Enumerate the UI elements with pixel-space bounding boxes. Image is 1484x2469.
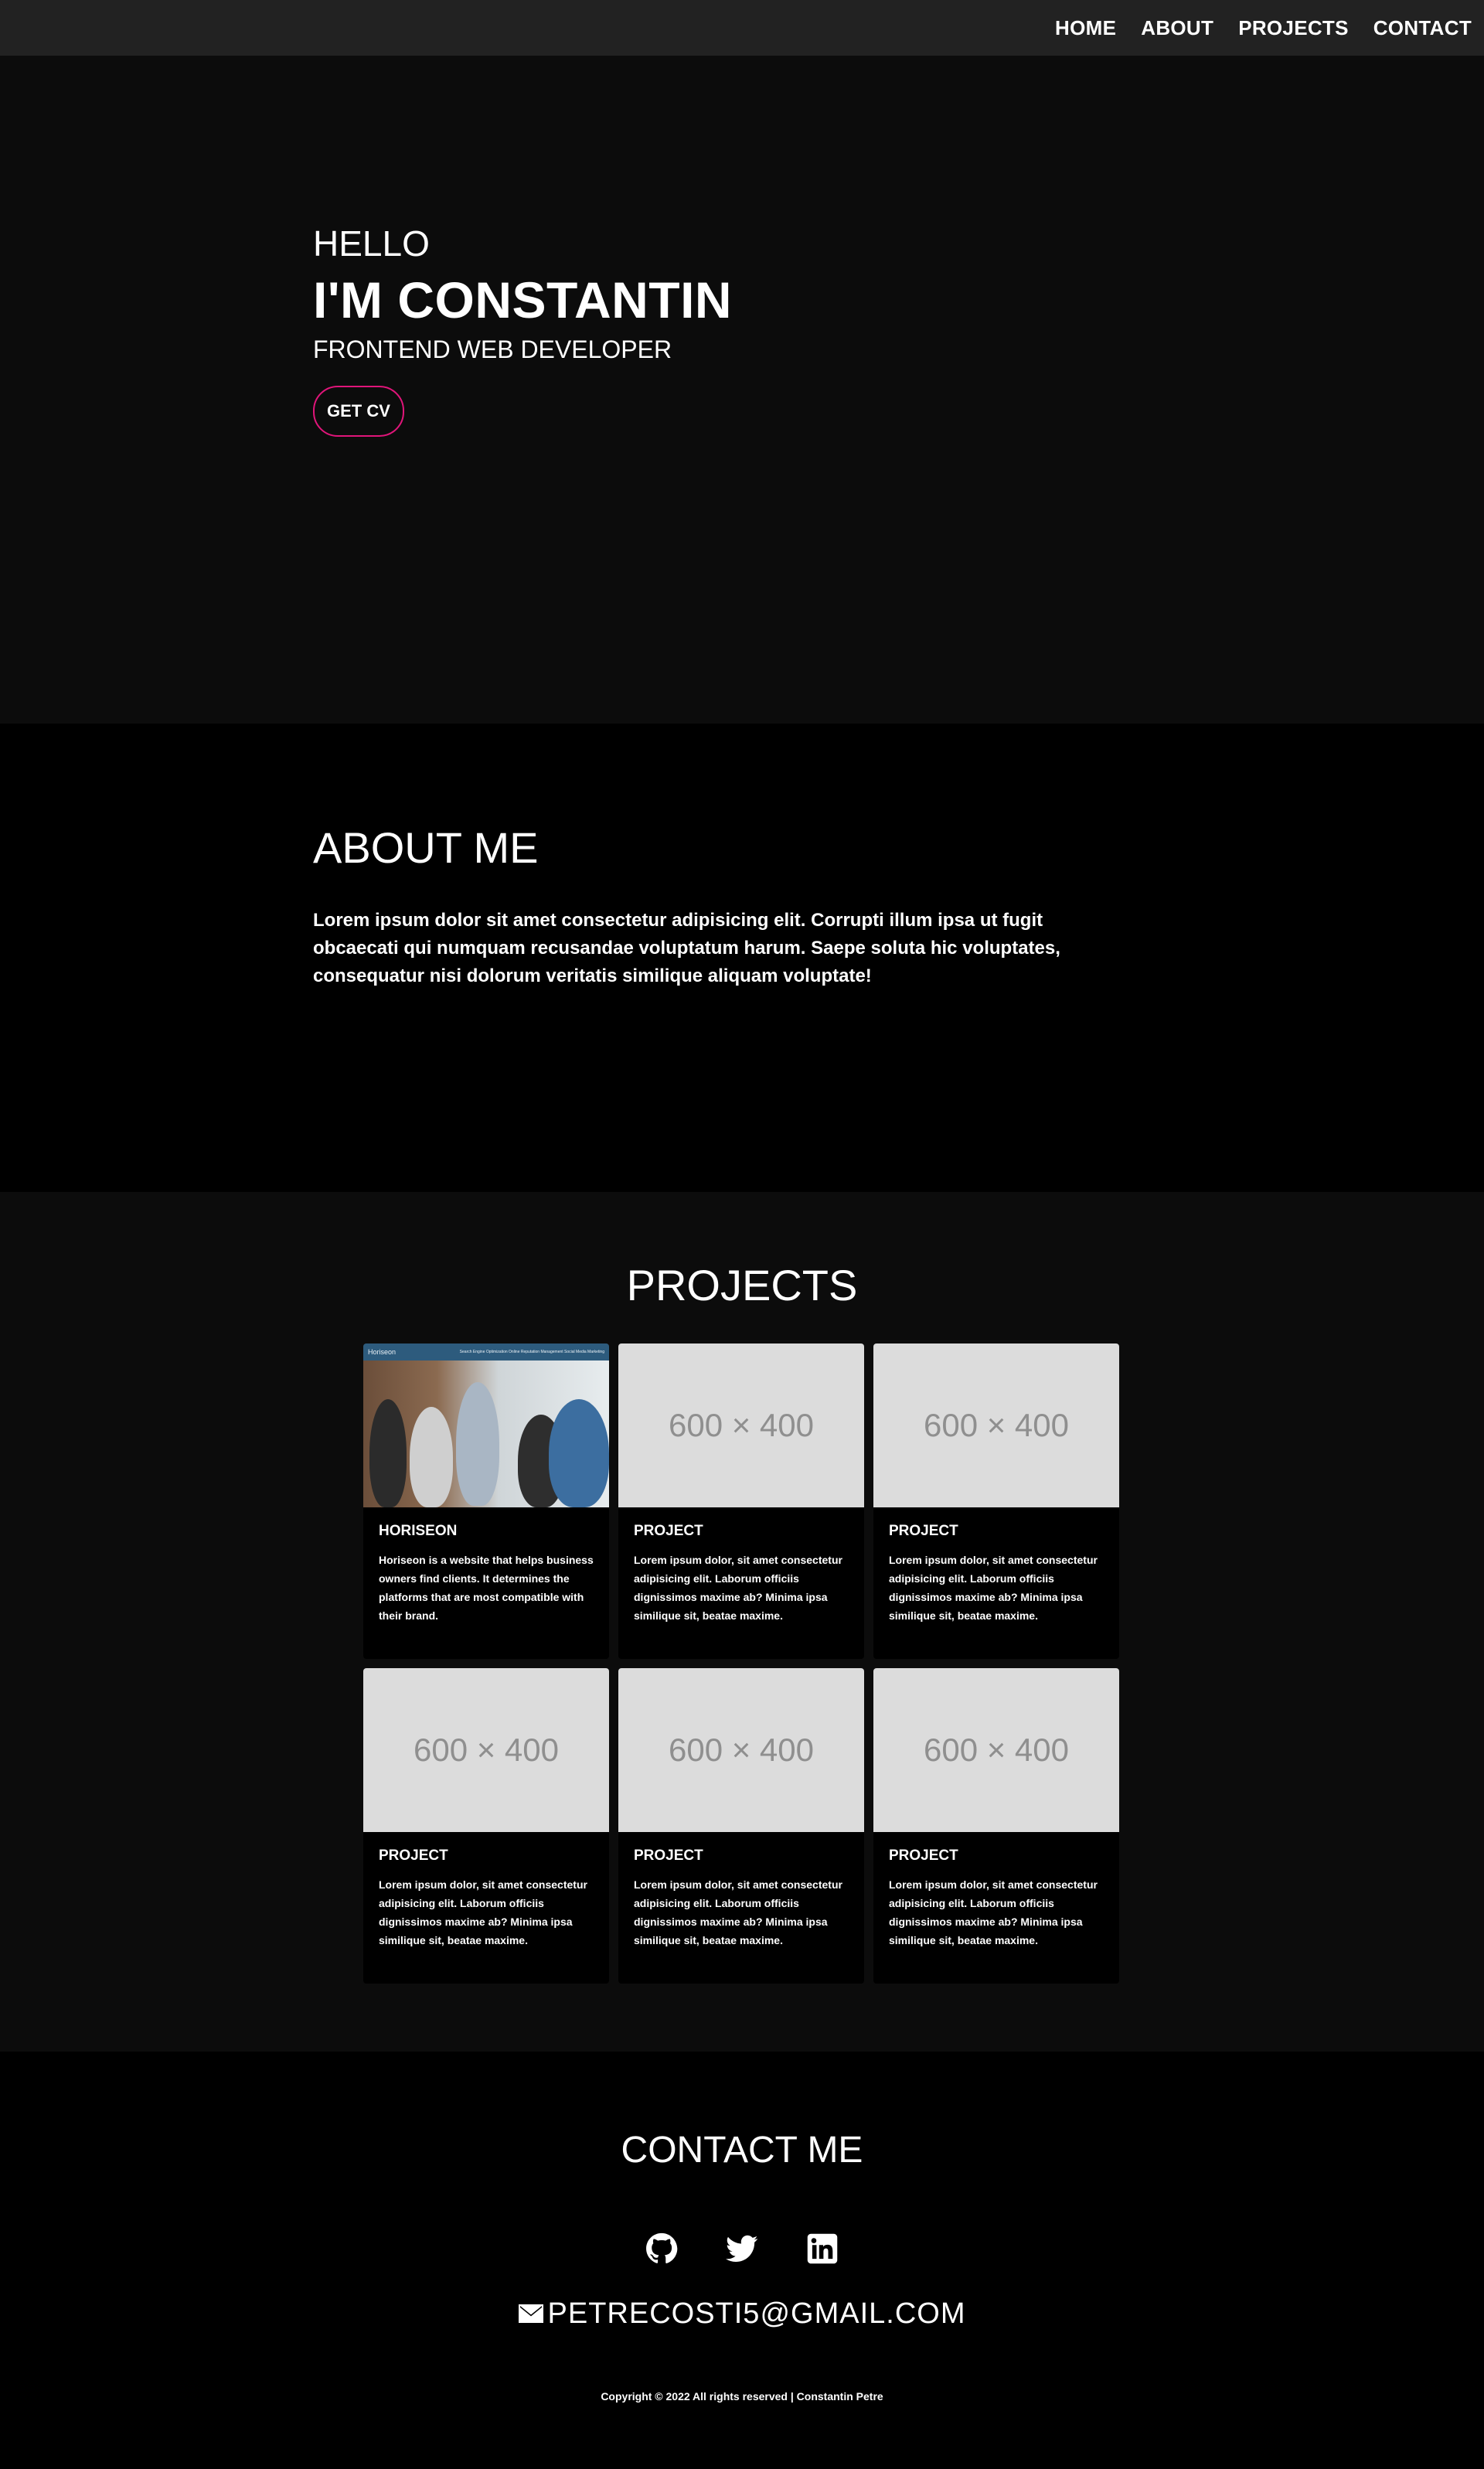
project-screenshot: Horiseon Search Engine Optimization Onli… — [363, 1343, 609, 1507]
contact-title: CONTACT ME — [621, 2130, 863, 2171]
nav-home-link[interactable]: HOME — [1055, 16, 1116, 40]
project-placeholder-image: 600 × 400 — [618, 1668, 864, 1832]
nav-projects-link[interactable]: PROJECTS — [1238, 16, 1349, 40]
project-placeholder-image: 600 × 400 — [363, 1668, 609, 1832]
hero-role: FRONTEND WEB DEVELOPER — [313, 335, 672, 364]
mail-icon — [518, 2297, 543, 2331]
project-description: Lorem ipsum dolor, sit amet consectetur … — [379, 1878, 587, 1946]
screenshot-photo — [363, 1361, 609, 1507]
project-card[interactable]: 600 × 400 PROJECT Lorem ipsum dolor, sit… — [618, 1668, 864, 1984]
get-cv-button[interactable]: GET CV — [313, 386, 404, 438]
project-card[interactable]: 600 × 400 PROJECT Lorem ipsum dolor, sit… — [618, 1343, 864, 1659]
project-card[interactable]: 600 × 400 PROJECT Lorem ipsum dolor, sit… — [363, 1668, 609, 1984]
about-title: ABOUT ME — [313, 823, 539, 872]
screenshot-header-bar: Horiseon Search Engine Optimization Onli… — [363, 1343, 609, 1361]
project-description: Lorem ipsum dolor, sit amet consectetur … — [634, 1878, 842, 1946]
hero-name: I'M CONSTANTIN — [313, 271, 733, 329]
contact-section: CONTACT ME PETRECOSTI5@GMAIL.COM Copyrig… — [0, 2052, 1484, 2469]
project-description: Lorem ipsum dolor, sit amet consectetur … — [634, 1554, 842, 1622]
project-title: HORISEON — [379, 1523, 458, 1539]
project-description: Lorem ipsum dolor, sit amet consectetur … — [889, 1878, 1098, 1946]
about-section: ABOUT ME Lorem ipsum dolor sit amet cons… — [0, 724, 1484, 1192]
screenshot-brand: Horiseon — [368, 1348, 397, 1356]
project-description: Horiseon is a website that helps busines… — [379, 1554, 594, 1622]
project-title: PROJECT — [889, 1523, 958, 1539]
hero-greeting: HELLO — [313, 223, 430, 264]
twitter-icon[interactable] — [726, 2232, 758, 2265]
about-text: Lorem ipsum dolor sit amet consectetur a… — [313, 910, 1060, 986]
project-card[interactable]: 600 × 400 PROJECT Lorem ipsum dolor, sit… — [873, 1343, 1119, 1659]
email-link[interactable]: PETRECOSTI5@GMAIL.COM — [0, 2297, 1484, 2331]
project-description: Lorem ipsum dolor, sit amet consectetur … — [889, 1554, 1098, 1622]
projects-section: PROJECTS Horiseon Search Engine Optimiza… — [0, 1192, 1484, 2052]
nav-contact-link[interactable]: CONTACT — [1373, 16, 1472, 40]
project-card[interactable]: 600 × 400 PROJECT Lorem ipsum dolor, sit… — [873, 1668, 1119, 1984]
project-placeholder-image: 600 × 400 — [873, 1668, 1119, 1832]
email-address: PETRECOSTI5@GMAIL.COM — [547, 2297, 966, 2330]
social-icons — [0, 2232, 1484, 2265]
project-placeholder-image: 600 × 400 — [618, 1343, 864, 1507]
project-placeholder-image: 600 × 400 — [873, 1343, 1119, 1507]
projects-title: PROJECTS — [626, 1261, 858, 1309]
hero-section: HELLO I'M CONSTANTIN FRONTEND WEB DEVELO… — [0, 56, 1484, 724]
projects-grid: Horiseon Search Engine Optimization Onli… — [363, 1343, 1121, 1984]
nav-about-link[interactable]: ABOUT — [1141, 16, 1213, 40]
top-nav: HOME ABOUT PROJECTS CONTACT — [0, 0, 1484, 56]
github-icon[interactable] — [645, 2232, 678, 2265]
project-title: PROJECT — [379, 1847, 448, 1864]
linkedin-icon[interactable] — [806, 2232, 839, 2265]
project-title: PROJECT — [634, 1523, 703, 1539]
project-title: PROJECT — [634, 1847, 703, 1864]
copyright-text: Copyright © 2022 All rights reserved | C… — [601, 2390, 883, 2403]
hero-content: HELLO I'M CONSTANTIN FRONTEND WEB DEVELO… — [313, 223, 733, 438]
project-title: PROJECT — [889, 1847, 958, 1864]
screenshot-links: Search Engine Optimization Online Reputa… — [459, 1350, 604, 1354]
project-card[interactable]: Horiseon Search Engine Optimization Onli… — [363, 1343, 609, 1659]
